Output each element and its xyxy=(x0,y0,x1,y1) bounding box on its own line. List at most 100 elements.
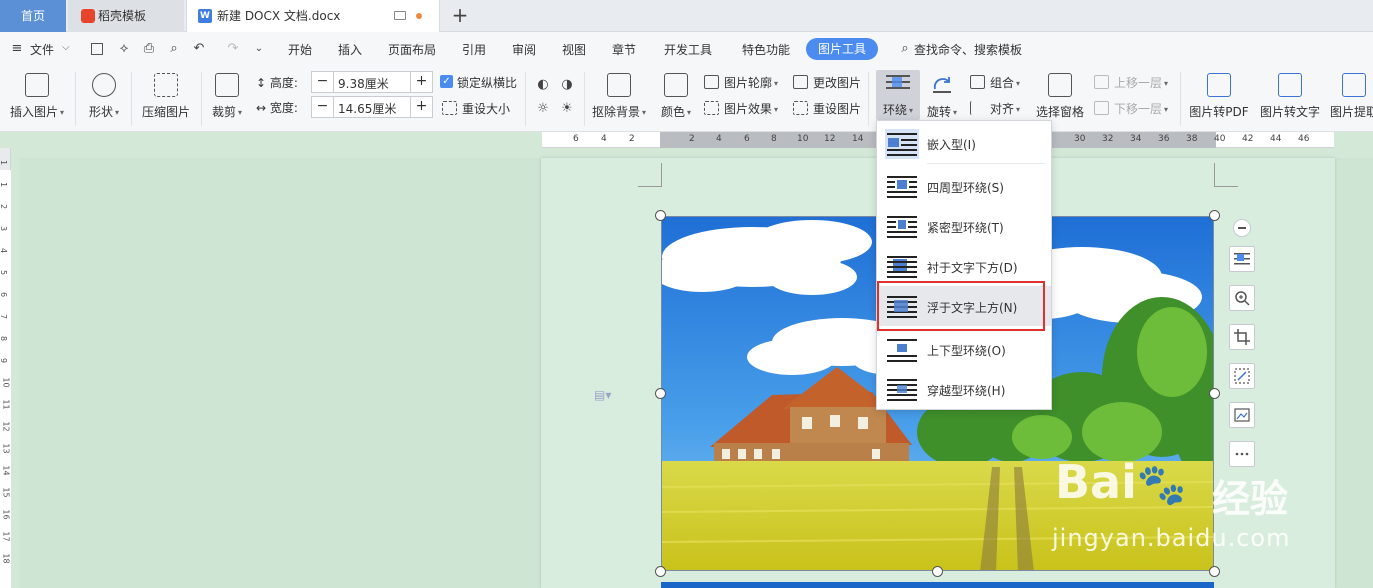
menu-special[interactable]: 特色功能 xyxy=(742,41,790,58)
bring-forward-button[interactable]: 上移一层 ▾ xyxy=(1094,74,1168,91)
rotate-button[interactable]: 旋转 ▾ xyxy=(924,73,960,120)
watermark-brand-cn: 经验 xyxy=(1212,477,1289,521)
wrap-option-behind-text[interactable]: 衬于文字下方(D) xyxy=(877,246,1051,286)
resize-handle-tl[interactable] xyxy=(655,210,666,221)
menu-start[interactable]: 开始 xyxy=(288,41,312,58)
ruler-number: 18 xyxy=(1,553,11,564)
print-icon[interactable]: ⎙ xyxy=(142,42,156,56)
crop-icon xyxy=(215,73,239,97)
menu-dev-tools[interactable]: 开发工具 xyxy=(664,41,712,58)
height-value[interactable]: 9.38厘米 xyxy=(338,75,389,92)
zoom-picture-button[interactable] xyxy=(1229,285,1255,311)
collapse-toolbar-button[interactable] xyxy=(1233,219,1251,237)
wrap-button[interactable]: 环绕 ▾ xyxy=(878,73,918,118)
compress-picture-button[interactable]: 压缩图片 xyxy=(140,73,192,120)
menu-review[interactable]: 审阅 xyxy=(512,41,536,58)
wrap-option-inline[interactable]: 嵌入型(I) xyxy=(877,123,1051,163)
picture-extract-button[interactable]: 图片提取 xyxy=(1330,73,1373,120)
layout-options-button[interactable] xyxy=(1229,246,1255,272)
wrap-layout-icon xyxy=(1234,253,1250,265)
selection-pane-button[interactable]: 选择窗格 xyxy=(1034,73,1086,120)
width-value[interactable]: 14.65厘米 xyxy=(338,100,396,117)
height-increase-button[interactable]: + xyxy=(410,72,432,92)
menu-divider xyxy=(927,163,1045,164)
send-backward-icon xyxy=(1094,101,1109,115)
shape-button[interactable]: 形状 ▾ xyxy=(84,73,124,120)
send-backward-button[interactable]: 下移一层 ▾ xyxy=(1094,100,1168,117)
resize-handle-l[interactable] xyxy=(655,388,666,399)
width-increase-button[interactable]: + xyxy=(410,97,432,117)
lock-ratio-checkbox[interactable]: ✓ xyxy=(440,75,453,88)
width-decrease-button[interactable]: − xyxy=(312,97,334,117)
menu-reference[interactable]: 引用 xyxy=(462,41,486,58)
contrast-up-icon[interactable]: ◑ xyxy=(560,78,574,92)
shape-icon xyxy=(92,73,116,97)
hamburger-icon[interactable]: ≡ xyxy=(10,42,24,56)
menu-picture-tools[interactable]: 图片工具 xyxy=(806,38,879,60)
more-options-button[interactable] xyxy=(1229,441,1255,467)
customize-icon[interactable]: ⌄ xyxy=(252,42,266,56)
tab-home[interactable]: 首页 xyxy=(0,0,66,32)
resize-handle-r[interactable] xyxy=(1209,388,1220,399)
insert-picture-button[interactable]: 插入图片 ▾ xyxy=(8,73,66,120)
ruler-number: 34 xyxy=(1130,134,1142,144)
wrap-inline-icon xyxy=(885,129,919,159)
reset-size-button[interactable]: 重设大小 xyxy=(442,100,510,117)
undo-icon[interactable]: ↶ xyxy=(192,42,206,56)
resize-handle-br[interactable] xyxy=(1209,566,1220,577)
crop-tool-button[interactable] xyxy=(1229,324,1255,350)
height-stepper[interactable]: − 9.38厘米 + xyxy=(311,71,433,93)
remove-bg-tool-button[interactable] xyxy=(1229,363,1255,389)
monitor-icon[interactable] xyxy=(394,11,406,20)
menu-section[interactable]: 章节 xyxy=(612,41,636,58)
outline-icon xyxy=(704,75,719,89)
picture-outline-button[interactable]: 图片轮廓 ▾ xyxy=(704,74,778,91)
print-preview-icon[interactable]: ⌕ xyxy=(167,42,181,56)
brightness-up-icon[interactable]: ◐ xyxy=(536,78,550,92)
wrap-option-square[interactable]: 四周型环绕(S) xyxy=(877,166,1051,206)
reset-picture-button[interactable]: 重设图片 xyxy=(793,100,861,117)
menu-page-layout[interactable]: 页面布局 xyxy=(388,41,436,58)
remove-background-button[interactable]: 抠除背景 ▾ xyxy=(590,73,648,120)
wrap-option-through[interactable]: 穿越型环绕(H) xyxy=(877,369,1051,409)
align-button[interactable]: 对齐 ▾ xyxy=(970,100,1020,117)
ruler-number: 44 xyxy=(1270,134,1282,144)
resize-handle-b[interactable] xyxy=(932,566,943,577)
group-button[interactable]: 组合 ▾ xyxy=(970,74,1020,91)
color-button[interactable]: 颜色 ▾ xyxy=(658,73,694,120)
picture-to-pdf-button[interactable]: 图片转PDF xyxy=(1188,73,1250,120)
paragraph-layout-icon[interactable]: ▤▾ xyxy=(594,388,611,402)
tab-label: 稻壳模板 xyxy=(98,9,147,23)
format-painter-icon[interactable]: ⟡ xyxy=(117,42,131,56)
ruler-number: 4 xyxy=(0,248,8,253)
picture-to-text-button[interactable]: 图片转文字 xyxy=(1258,73,1322,120)
redo-icon[interactable]: ↷ xyxy=(226,42,240,56)
resize-handle-tr[interactable] xyxy=(1209,210,1220,221)
tab-daoke-templates[interactable]: 稻壳模板 xyxy=(68,0,184,32)
menu-insert[interactable]: 插入 xyxy=(338,41,362,58)
command-search[interactable]: 查找命令、搜索模板 xyxy=(914,41,1022,58)
contrast-down-icon[interactable]: ☀ xyxy=(560,102,574,116)
resize-handle-bl[interactable] xyxy=(655,566,666,577)
ruler-number: 10 xyxy=(1,377,11,388)
compress-label: 压缩图片 xyxy=(141,105,190,119)
change-picture-tool-button[interactable] xyxy=(1229,402,1255,428)
brightness-down-icon[interactable]: ☼ xyxy=(536,102,550,116)
height-decrease-button[interactable]: − xyxy=(312,72,334,92)
width-stepper[interactable]: − 14.65厘米 + xyxy=(311,96,433,118)
wrap-top-bottom-icon xyxy=(887,339,917,362)
wrap-option-top-bottom[interactable]: 上下型环绕(O) xyxy=(877,329,1051,369)
save-icon[interactable] xyxy=(91,43,103,55)
crop-button[interactable]: 裁剪 ▾ xyxy=(208,73,246,120)
picture-effect-button[interactable]: 图片效果 ▾ xyxy=(704,100,778,117)
chevron-down-icon[interactable]: ⌵ xyxy=(62,42,70,53)
wrap-option-tight[interactable]: 紧密型环绕(T) xyxy=(877,206,1051,246)
menu-view[interactable]: 视图 xyxy=(562,41,586,58)
lock-ratio-label[interactable]: 锁定纵横比 xyxy=(457,74,517,91)
color-label: 颜色 xyxy=(660,105,685,119)
change-picture-button[interactable]: 更改图片 xyxy=(793,74,861,91)
ruler-number: 12 xyxy=(824,134,836,144)
effect-icon xyxy=(704,101,719,115)
file-menu[interactable]: 文件 xyxy=(30,41,54,58)
new-tab-button[interactable]: + xyxy=(450,0,470,32)
